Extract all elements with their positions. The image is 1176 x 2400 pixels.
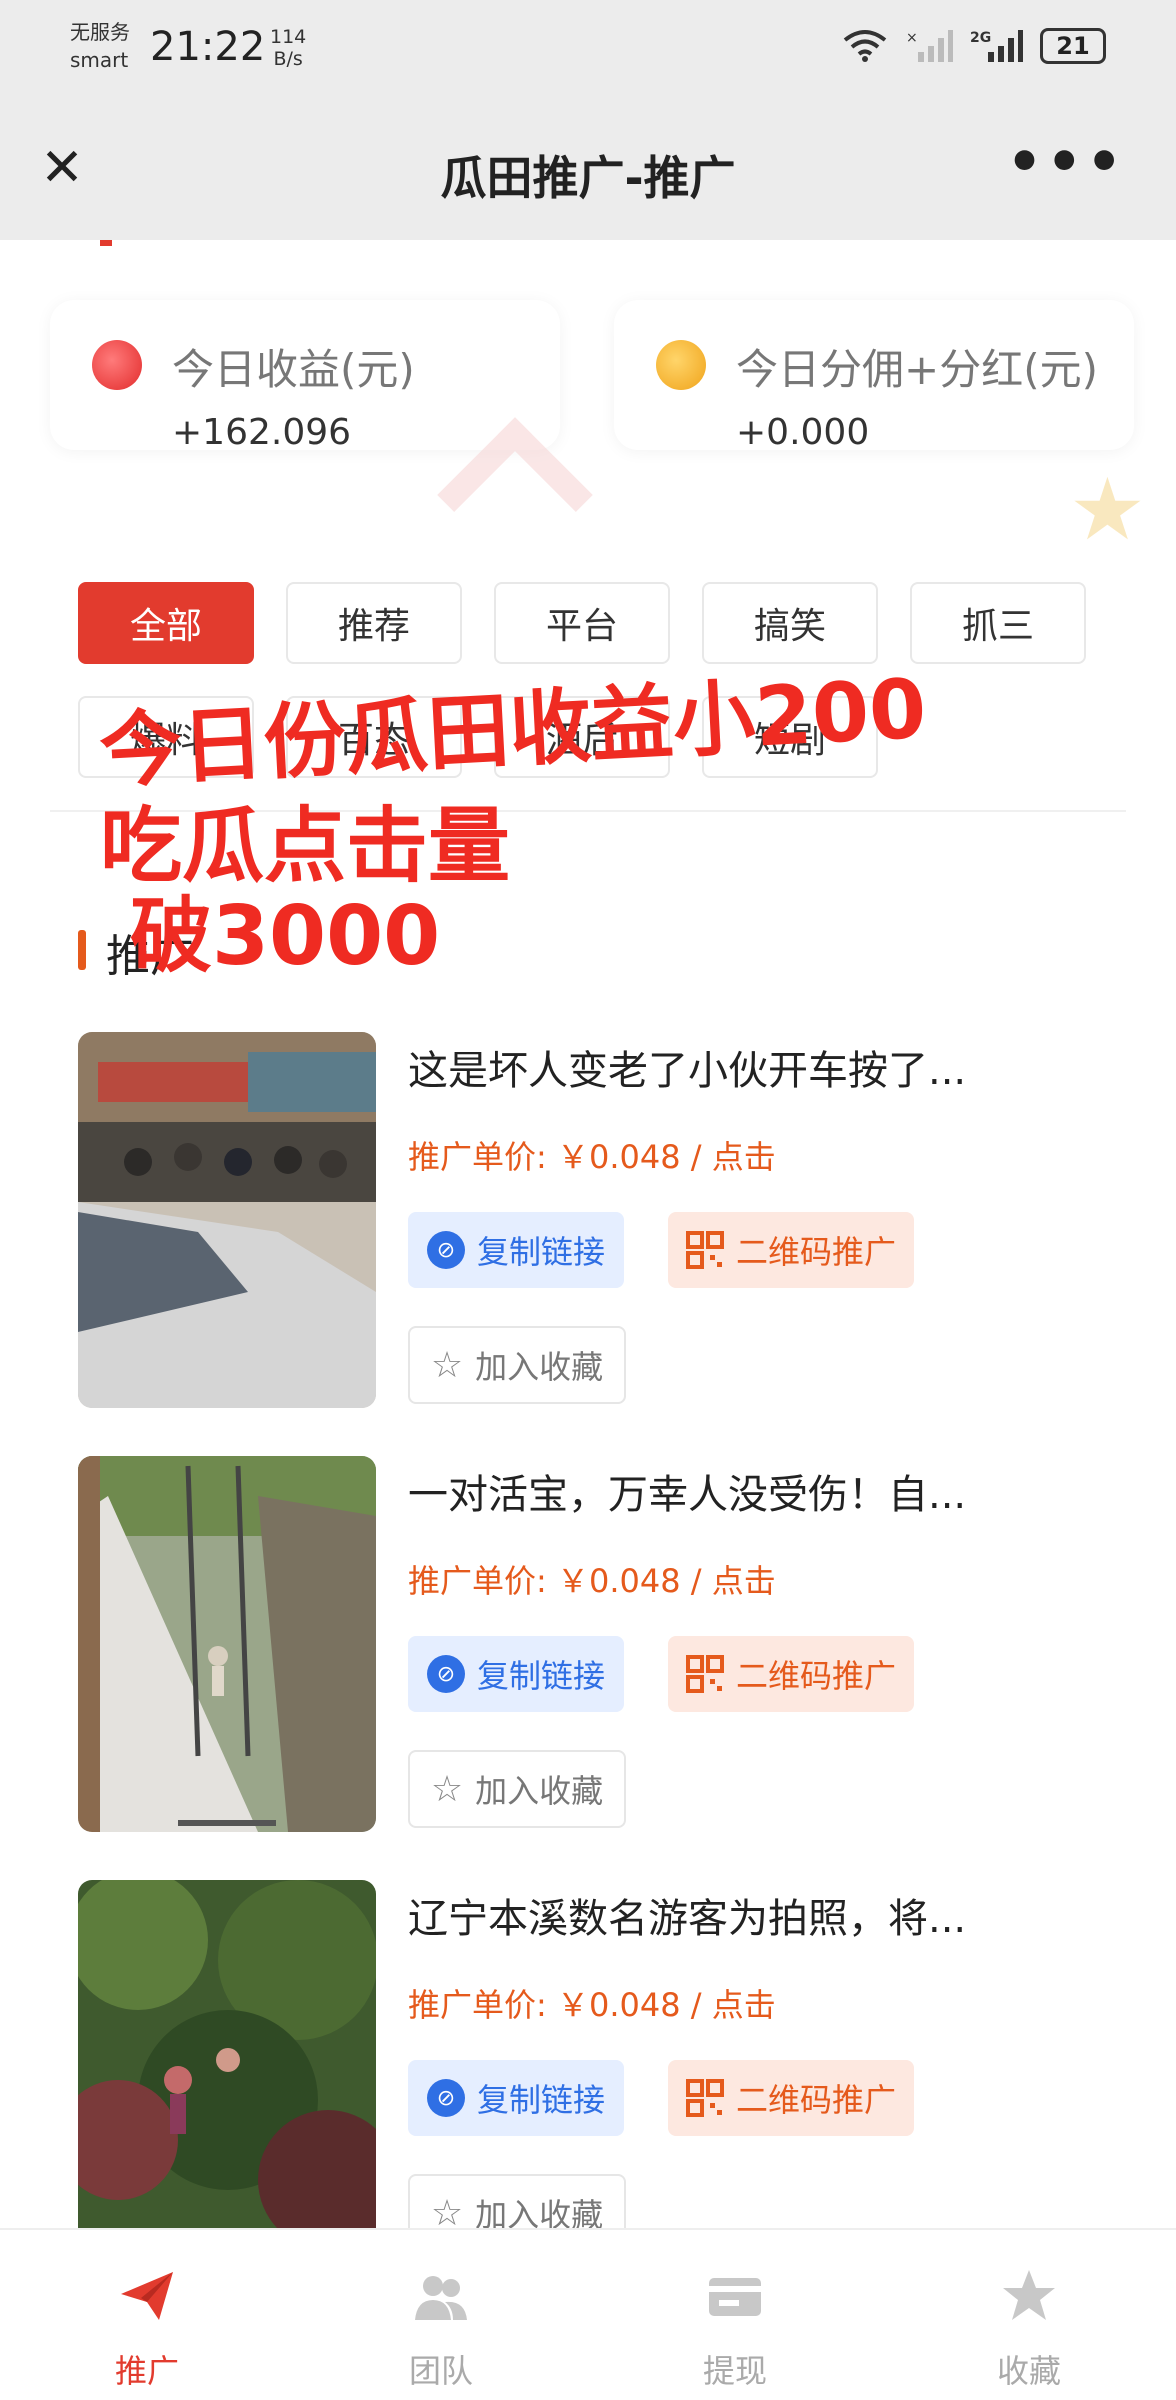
tab-withdraw-label: 提现	[702, 2352, 767, 2390]
paper-plane-icon	[121, 2272, 173, 2320]
service-status: 无服务	[70, 20, 130, 44]
link-icon: ⊘	[426, 2079, 465, 2117]
carrier-name: smart	[70, 48, 129, 72]
qr-code-icon	[685, 2079, 724, 2117]
page-title: 瓜田推广-推广	[440, 151, 736, 205]
svg-text:2G: 2G	[970, 30, 991, 46]
qr-code-icon	[685, 1231, 724, 1269]
bottom-tab-bar: 推广 团队 提现 收藏	[0, 2228, 1176, 2400]
tab-favorites-label: 收藏	[996, 2352, 1061, 2390]
overlay-line-1: 今日份瓜田收益小200	[97, 661, 929, 800]
category-chip-platform[interactable]: 平台	[494, 582, 670, 664]
income-coin-icon	[92, 340, 142, 390]
link-icon: ⊘	[426, 1655, 465, 1693]
qr-promo-label: 二维码推广	[735, 1233, 896, 1271]
section-marker	[78, 930, 86, 970]
promo-price: 推广单价: ￥0.048 / 点击	[408, 1562, 776, 1600]
promo-title[interactable]: 这是坏人变老了小伙开车按了...	[408, 1038, 1108, 1096]
battery-icon: 21	[1040, 28, 1106, 64]
signal-2g-icon: 2G	[970, 30, 1023, 62]
network-speed: 114 B/s	[270, 26, 306, 70]
copy-link-label: 复制链接	[476, 1233, 605, 1271]
tab-withdraw[interactable]: 提现	[588, 2230, 882, 2400]
today-income-label: 今日收益(元)	[172, 345, 415, 394]
today-income-card: 今日收益(元) +162.096	[50, 300, 560, 453]
add-favorite-button[interactable]: ☆ 加入收藏	[408, 2174, 626, 2228]
qr-promo-button[interactable]: 二维码推广	[668, 1636, 914, 1712]
network-speed-unit: B/s	[273, 48, 303, 70]
clock: 21:22	[150, 24, 266, 70]
category-chip-funny[interactable]: 搞笑	[702, 582, 878, 664]
tab-promote[interactable]: 推广	[0, 2230, 294, 2400]
promo-title[interactable]: 一对活宝，万幸人没受伤！自...	[408, 1462, 1108, 1520]
star-outline-icon: ☆	[430, 1768, 464, 1810]
star-icon	[1003, 2270, 1055, 2320]
qr-code-icon	[685, 1655, 724, 1693]
today-commission-card: 今日分佣+分红(元) +0.000	[614, 300, 1134, 453]
overlay-line-2: 吃瓜点击量	[100, 799, 511, 894]
wifi-icon	[843, 30, 887, 62]
promo-price: 推广单价: ￥0.048 / 点击	[408, 1986, 776, 2024]
promo-item: 辽宁本溪数名游客为拍照，将... 推广单价: ￥0.048 / 点击 ⊘ 复制链…	[78, 1880, 1128, 2228]
copy-link-button[interactable]: ⊘ 复制链接	[408, 1636, 624, 1712]
main-content[interactable]: 今日收益(元) +162.096 今日分佣+分红(元) +0.000 ★ 全部 …	[0, 240, 1176, 2228]
tab-team-label: 团队	[408, 2352, 473, 2390]
svg-text:×: ×	[906, 30, 918, 46]
category-chip-all[interactable]: 全部	[78, 582, 254, 664]
wallet-icon	[709, 2278, 761, 2316]
qr-promo-button[interactable]: 二维码推广	[668, 2060, 914, 2136]
promo-thumbnail[interactable]	[78, 1880, 376, 2228]
promo-item: 这是坏人变老了小伙开车按了... 推广单价: ￥0.048 / 点击 ⊘ 复制链…	[78, 1032, 1128, 1412]
qr-promo-button[interactable]: 二维码推广	[668, 1212, 914, 1288]
status-bar: 无服务 smart 21:22 114 B/s × 2G 21	[0, 0, 1176, 100]
overlay-line-3: 破3000	[130, 889, 441, 984]
add-favorite-label: 加入收藏	[475, 1772, 604, 1810]
star-outline-icon: ☆	[430, 2192, 464, 2229]
qr-promo-label: 二维码推广	[735, 2081, 896, 2119]
nav-bar: ✕ 瓜田推广-推广 •••	[0, 100, 1176, 240]
no-signal-icon: ×	[906, 30, 953, 62]
promo-price: 推广单价: ￥0.048 / 点击	[408, 1138, 776, 1176]
add-favorite-button[interactable]: ☆ 加入收藏	[408, 1750, 626, 1828]
network-speed-value: 114	[270, 26, 307, 48]
add-favorite-label: 加入收藏	[475, 2196, 604, 2228]
add-favorite-label: 加入收藏	[475, 1348, 604, 1386]
category-chip-catch[interactable]: 抓三	[910, 582, 1086, 664]
tab-favorites[interactable]: 收藏	[882, 2230, 1176, 2400]
overlay-caption: 今日份瓜田收益小200 吃瓜点击量 破3000	[97, 662, 928, 984]
copy-link-button[interactable]: ⊘ 复制链接	[408, 1212, 624, 1288]
tab-promote-label: 推广	[114, 2352, 179, 2390]
qr-promo-label: 二维码推广	[735, 1657, 896, 1695]
copy-link-label: 复制链接	[476, 1657, 605, 1695]
today-commission-value: +0.000	[736, 412, 870, 453]
commission-coin-icon	[656, 340, 706, 390]
add-favorite-button[interactable]: ☆ 加入收藏	[408, 1326, 626, 1404]
category-chip-recommend[interactable]: 推荐	[286, 582, 462, 664]
promo-title[interactable]: 辽宁本溪数名游客为拍照，将...	[408, 1886, 1108, 1944]
tab-team[interactable]: 团队	[294, 2230, 588, 2400]
today-income-value: +162.096	[172, 412, 352, 453]
team-icon	[415, 2276, 467, 2320]
link-icon: ⊘	[426, 1231, 465, 1269]
more-menu-icon[interactable]: •••	[1007, 130, 1126, 195]
promo-thumbnail[interactable]	[78, 1032, 376, 1408]
today-commission-label: 今日分佣+分红(元)	[736, 345, 1098, 394]
promo-thumbnail[interactable]	[78, 1456, 376, 1832]
copy-link-button[interactable]: ⊘ 复制链接	[408, 2060, 624, 2136]
star-outline-icon: ☆	[430, 1344, 464, 1386]
copy-link-label: 复制链接	[476, 2081, 605, 2119]
status-icons: × 2G 21	[842, 28, 1106, 64]
decor-mark	[100, 240, 112, 246]
decor-star-icon: ★	[1068, 460, 1146, 560]
carrier-info: 无服务 smart	[70, 18, 130, 74]
promo-item: 一对活宝，万幸人没受伤！自... 推广单价: ￥0.048 / 点击 ⊘ 复制链…	[78, 1456, 1128, 1836]
